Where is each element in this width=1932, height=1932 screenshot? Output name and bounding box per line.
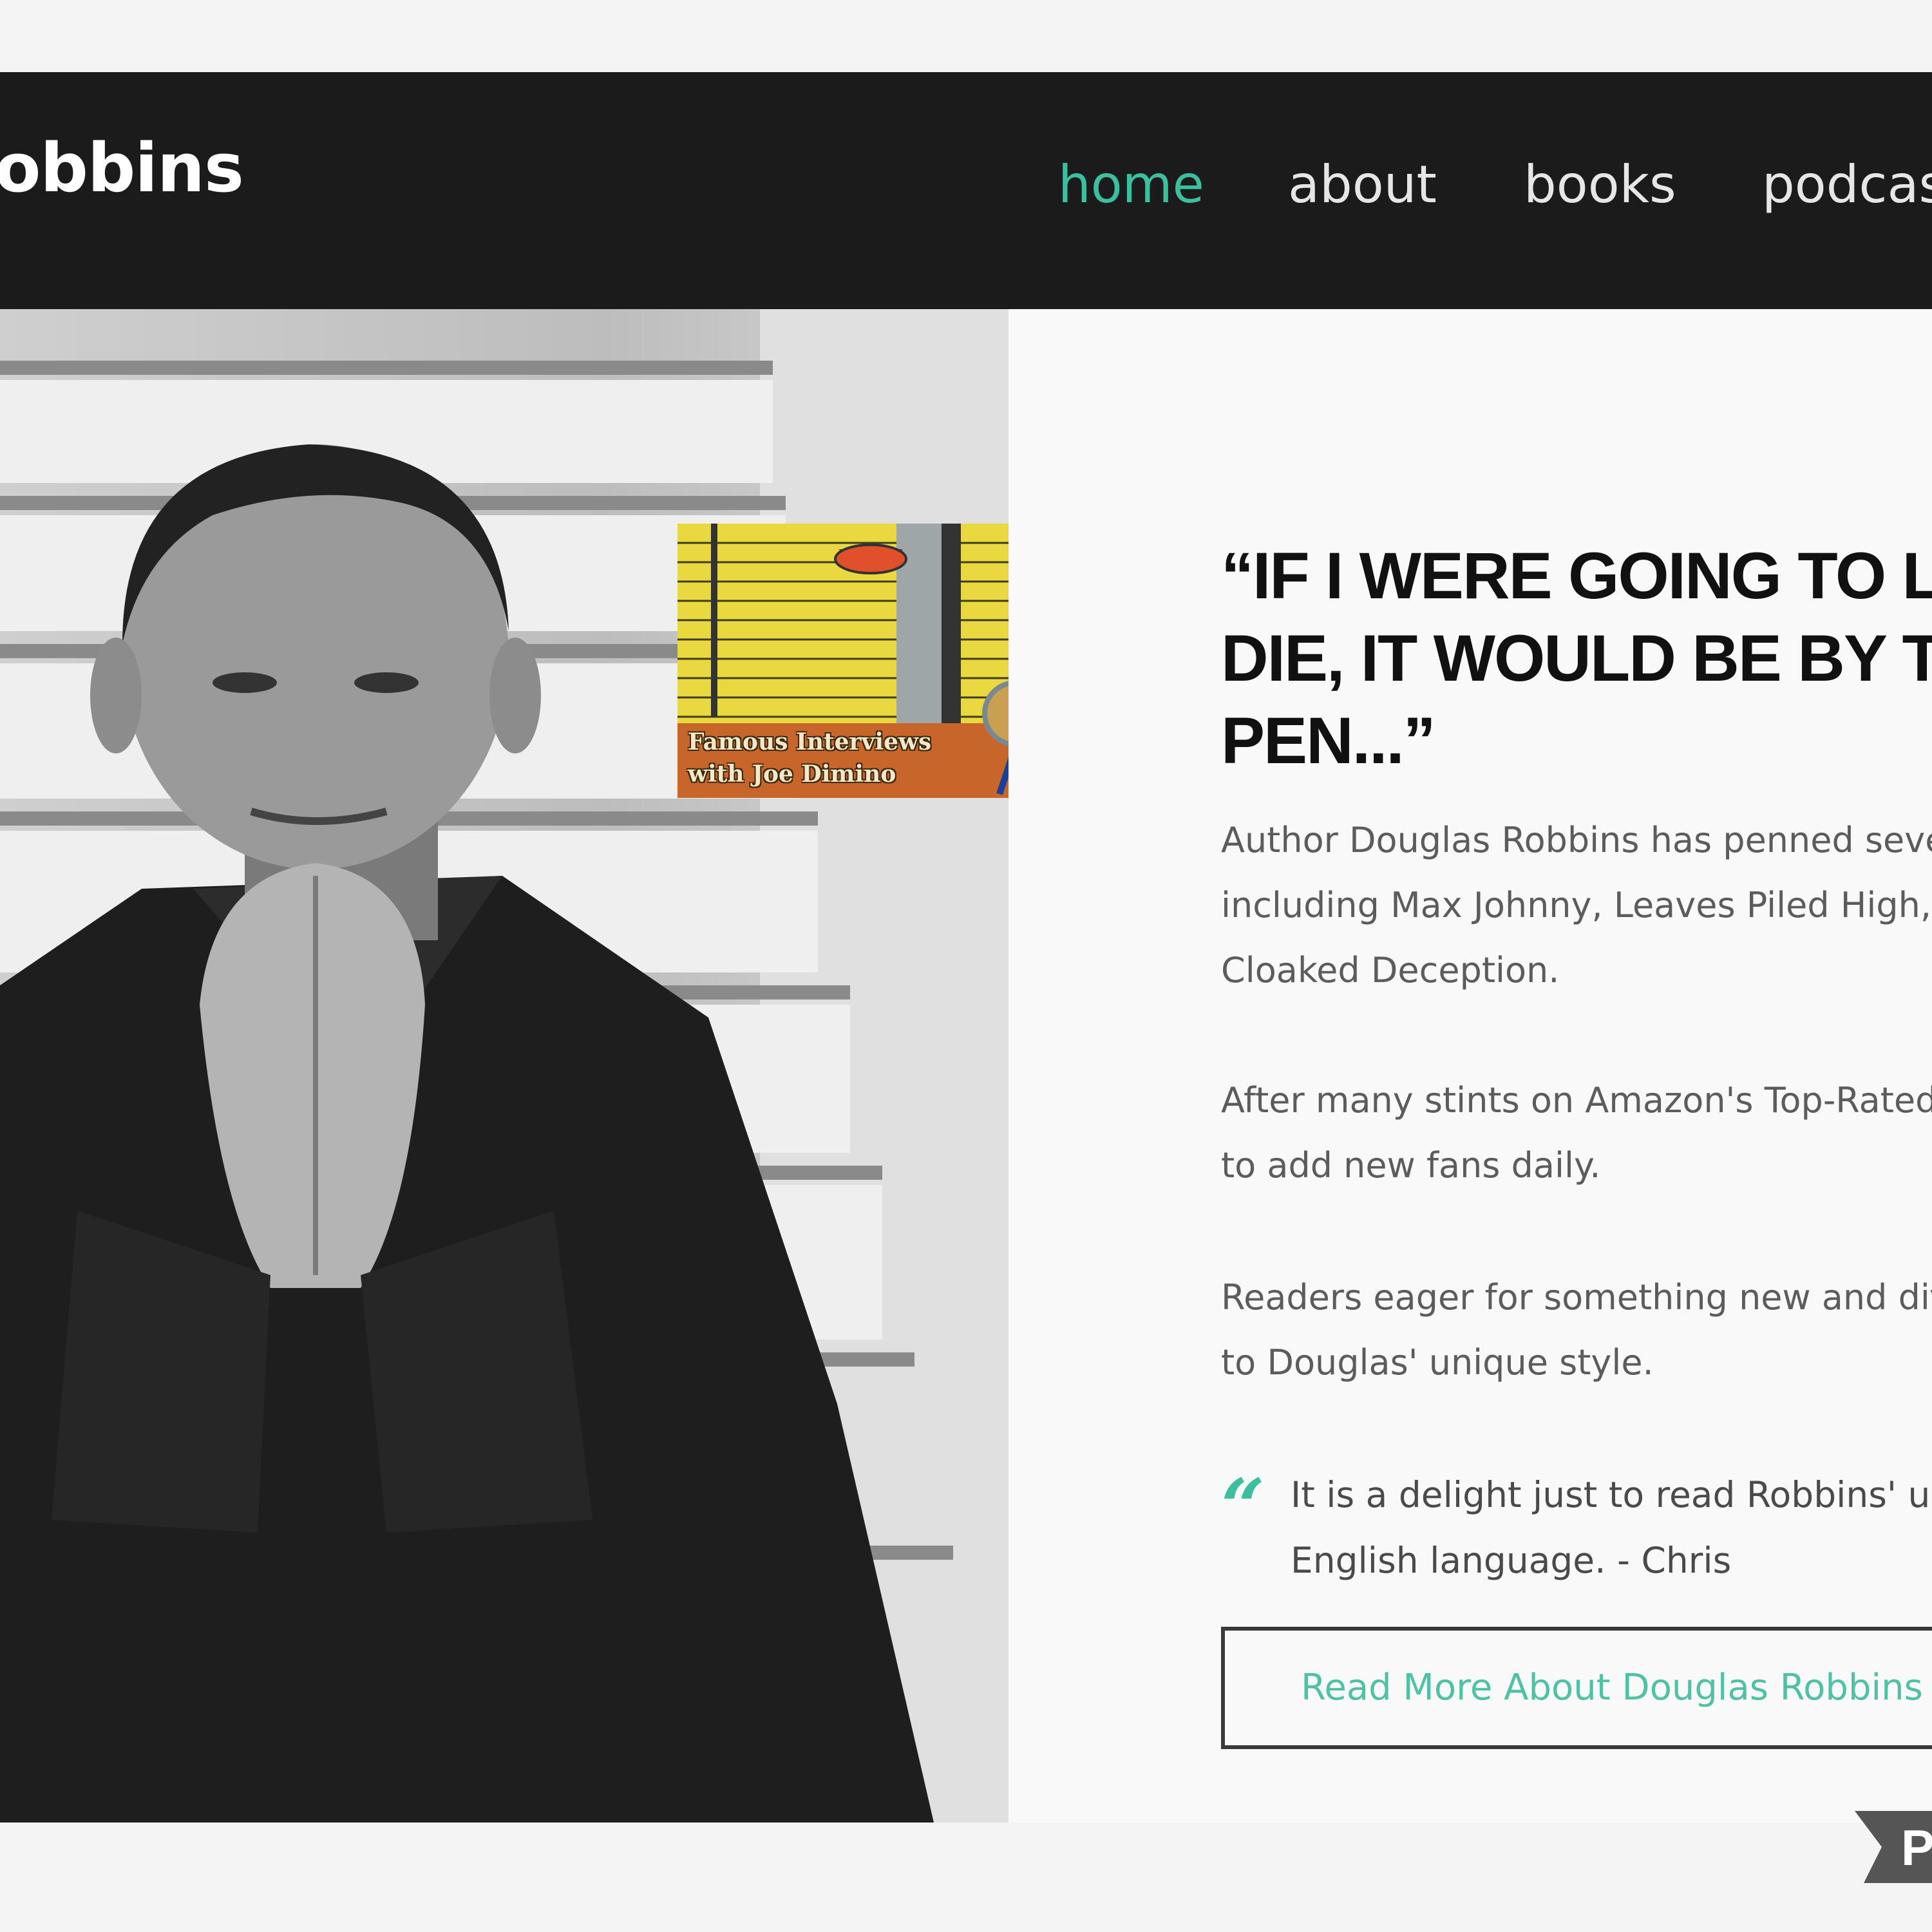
nav-about[interactable]: about	[1288, 155, 1437, 214]
paragraph-line: to Douglas' unique style.	[1221, 1342, 1654, 1383]
quote-line: English language. - Chris	[1291, 1540, 1732, 1581]
bio-paragraph-1: Author Douglas Robbins has penned seve i…	[1221, 808, 1932, 1003]
site-brand[interactable]: obbins	[0, 129, 244, 207]
nav-books[interactable]: books	[1524, 155, 1676, 214]
nav-podcast[interactable]: podcast	[1762, 155, 1932, 214]
read-more-button[interactable]: Read More About Douglas Robbins	[1221, 1627, 1932, 1749]
paragraph-line: including Max Johnny, Leaves Piled High,	[1221, 885, 1932, 925]
page-footer-strip	[0, 1823, 1932, 1932]
heading-line: PEN...”	[1221, 704, 1436, 777]
intro-panel: “IF I WERE GOING TO L DIE, IT WOULD BE B…	[1009, 309, 1932, 1823]
hero-heading: “IF I WERE GOING TO L DIE, IT WOULD BE B…	[1221, 535, 1932, 782]
bio-paragraph-3: Readers eager for something new and dif …	[1221, 1265, 1932, 1395]
paragraph-line: to add new fans daily.	[1221, 1145, 1601, 1186]
thumbnail-caption-line1: Famous Interviews	[688, 728, 932, 755]
paragraph-line: Readers eager for something new and dif	[1221, 1277, 1932, 1318]
quote-icon: “	[1221, 1462, 1265, 1551]
thumbnail-caption-line2: with Joe Dimino	[688, 761, 896, 788]
nav-home[interactable]: home	[1058, 155, 1204, 214]
heading-line: DIE, IT WOULD BE BY T	[1221, 621, 1932, 695]
paragraph-line: Cloaked Deception.	[1221, 950, 1560, 990]
quote-line: It is a delight just to read Robbins' us…	[1291, 1474, 1932, 1515]
testimonial-quote: It is a delight just to read Robbins' us…	[1291, 1462, 1932, 1593]
heading-line: “IF I WERE GOING TO L	[1221, 539, 1932, 612]
corner-badge-letter: P	[1901, 1819, 1932, 1876]
paragraph-line: After many stints on Amazon's Top-Rated	[1221, 1080, 1932, 1121]
bio-paragraph-2: After many stints on Amazon's Top-Rated …	[1221, 1068, 1932, 1198]
read-more-label: Read More About Douglas Robbins	[1301, 1667, 1923, 1709]
paragraph-line: Author Douglas Robbins has penned seve	[1221, 820, 1932, 860]
